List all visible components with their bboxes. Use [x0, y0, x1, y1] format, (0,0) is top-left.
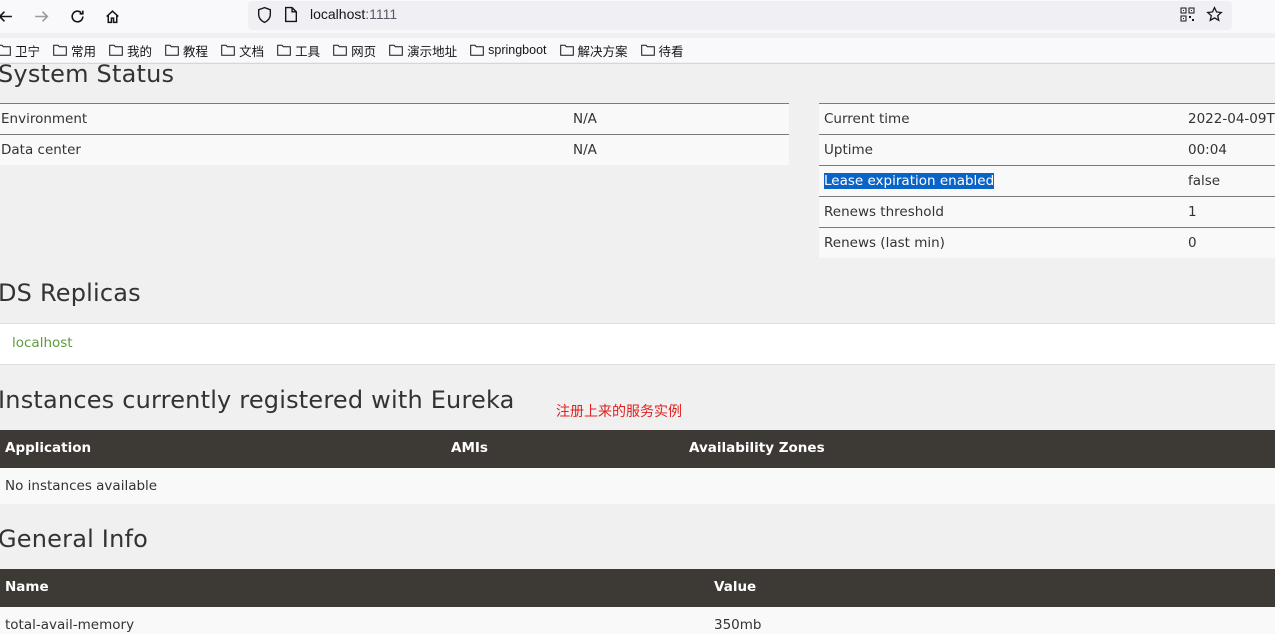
- replica-link[interactable]: localhost: [12, 335, 73, 351]
- bookmark-folder[interactable]: 网页: [333, 41, 376, 60]
- instances-title: Instances currently registered with Eure…: [0, 386, 515, 414]
- general-info-title: General Info: [0, 525, 149, 553]
- column-header: Value: [714, 579, 757, 595]
- folder-icon: [109, 44, 123, 56]
- row-value: 00:04: [1188, 142, 1227, 158]
- shield-icon[interactable]: [256, 6, 273, 28]
- runtime-status-table: Current time 2022-04-09T Uptime 00:04 Le…: [819, 103, 1275, 258]
- browser-toolbar: localhost:1111: [0, 0, 1275, 33]
- bookmark-folder[interactable]: 常用: [53, 41, 96, 60]
- home-icon[interactable]: [101, 5, 123, 27]
- column-header: Availability Zones: [689, 440, 825, 456]
- general-info-table-header: Name Value: [0, 569, 1275, 607]
- folder-icon: [333, 44, 347, 56]
- bookmark-folder[interactable]: springboot: [470, 43, 547, 57]
- page-icon[interactable]: [284, 6, 298, 27]
- back-icon[interactable]: [0, 5, 16, 27]
- empty-message: No instances available: [5, 478, 158, 494]
- folder-icon: [0, 44, 11, 56]
- column-header: AMIs: [451, 440, 488, 456]
- replicas-title: DS Replicas: [0, 279, 141, 307]
- annotation-text: 注册上来的服务实例: [556, 404, 682, 420]
- table-row: Lease expiration enabled false: [819, 165, 1275, 196]
- row-key: Renews threshold: [824, 204, 944, 220]
- address-bar[interactable]: localhost:1111: [248, 1, 1232, 30]
- qr-code-icon[interactable]: [1180, 7, 1195, 26]
- instances-table-header: Application AMIs Availability Zones: [0, 430, 1275, 468]
- row-value: 0: [1188, 235, 1197, 251]
- row-value: 1: [1188, 204, 1197, 220]
- info-value: 350mb: [714, 617, 762, 633]
- table-row: Data center N/A: [0, 134, 789, 165]
- table-row: Renews threshold 1: [819, 196, 1275, 227]
- table-row: Current time 2022-04-09T: [819, 103, 1275, 134]
- row-value: N/A: [573, 111, 597, 127]
- row-key: Current time: [824, 111, 910, 127]
- row-key-selected: Lease expiration enabled: [824, 173, 995, 189]
- row-key: Uptime: [824, 142, 873, 158]
- folder-icon: [53, 44, 67, 56]
- replicas-list: localhost: [0, 323, 1275, 365]
- page-content: System Status Environment N/A Data cente…: [0, 60, 1275, 634]
- table-row: Uptime 00:04: [819, 134, 1275, 165]
- table-row: Renews (last min) 0: [819, 227, 1275, 258]
- bookmark-folder[interactable]: 我的: [109, 41, 152, 60]
- url-text[interactable]: localhost:1111: [310, 6, 397, 22]
- row-key: Renews (last min): [824, 235, 945, 251]
- folder-icon: [389, 44, 403, 56]
- folder-icon: [559, 44, 574, 56]
- info-name: total-avail-memory: [5, 617, 135, 633]
- bookmarks-bar: 卫宁 常用 我的 教程 文档 工具 网页 演示地址 springboot 解决方…: [0, 38, 1275, 62]
- column-header: Name: [5, 579, 49, 595]
- folder-icon: [277, 44, 291, 56]
- row-value: N/A: [573, 142, 597, 158]
- row-value: false: [1188, 173, 1221, 189]
- table-row: total-avail-memory 350mb: [0, 607, 1275, 634]
- table-row: Environment N/A: [0, 103, 789, 134]
- folder-icon: [640, 44, 655, 56]
- bookmark-folder[interactable]: 教程: [165, 41, 208, 60]
- bookmark-folder[interactable]: 文档: [221, 41, 264, 60]
- bookmark-folder[interactable]: 演示地址: [389, 41, 457, 60]
- row-value: 2022-04-09T: [1188, 111, 1275, 127]
- forward-icon[interactable]: [30, 5, 52, 27]
- folder-icon: [221, 44, 235, 56]
- bookmark-star-icon[interactable]: [1206, 6, 1223, 27]
- environment-table: Environment N/A Data center N/A: [0, 103, 789, 165]
- column-header: Application: [5, 440, 92, 456]
- folder-icon: [470, 44, 484, 56]
- row-key: Data center: [1, 142, 81, 158]
- reload-icon[interactable]: [66, 5, 88, 27]
- bookmark-folder[interactable]: 工具: [277, 41, 320, 60]
- system-status-title: System Status: [0, 60, 175, 88]
- table-row: No instances available: [0, 468, 1275, 504]
- folder-icon: [165, 44, 179, 56]
- bookmark-folder[interactable]: 卫宁: [0, 41, 40, 60]
- bookmark-folder[interactable]: 待看: [640, 41, 684, 60]
- row-key: Environment: [1, 111, 88, 127]
- bookmark-folder[interactable]: 解决方案: [559, 41, 628, 60]
